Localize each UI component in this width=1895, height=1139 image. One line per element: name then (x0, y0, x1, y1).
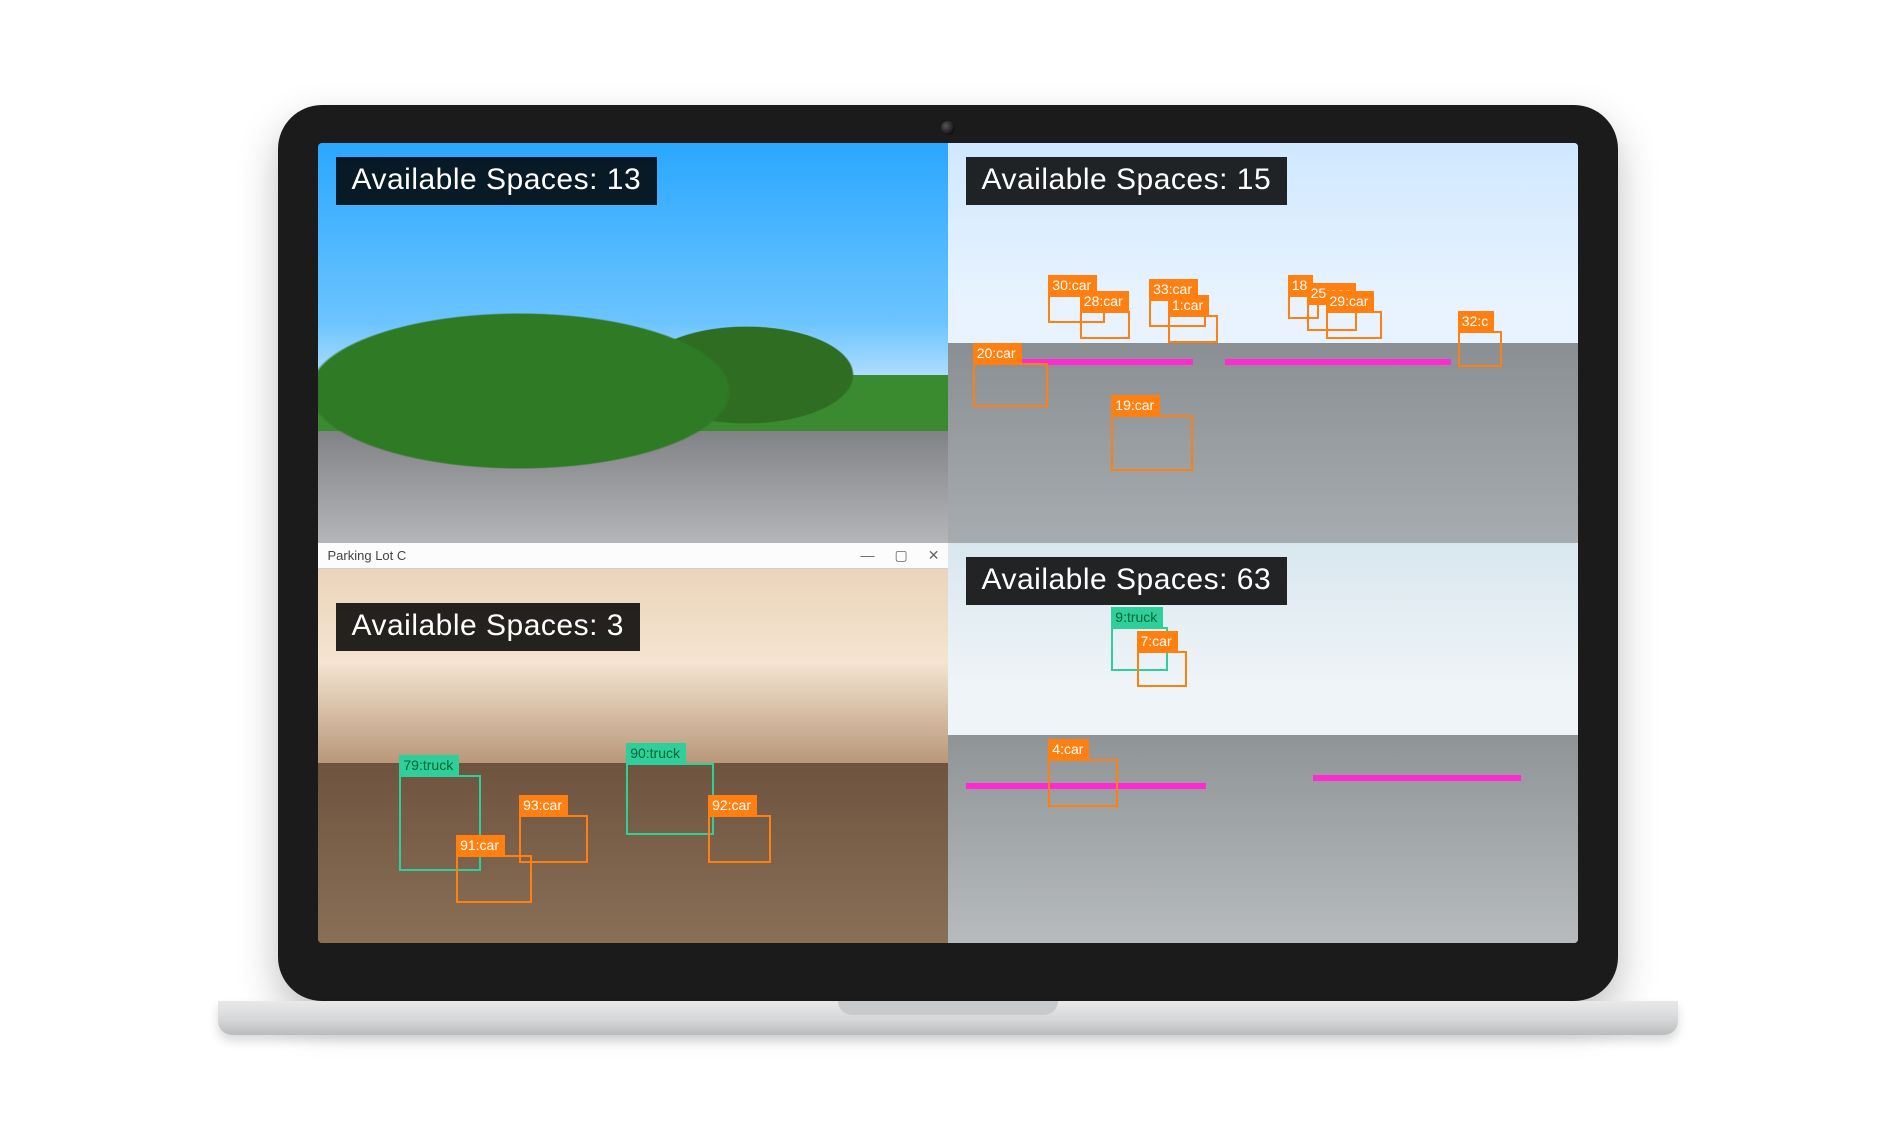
detection-box-car: 92:car (708, 815, 771, 863)
available-spaces-label: Available Spaces: 63 (966, 557, 1288, 605)
detection-tag: 90:truck (626, 743, 686, 765)
detection-tag: 93:car (519, 795, 568, 817)
close-icon[interactable]: ✕ (928, 548, 940, 562)
maximize-icon[interactable]: ▢ (895, 548, 908, 562)
window-title: Parking Lot C (328, 548, 407, 563)
webcam-dot (941, 121, 955, 135)
detection-box-car: 91:car (456, 855, 532, 903)
detection-box-car: 7:car (1137, 651, 1187, 687)
laptop-lid: Available Spaces: 13 30:car28:car33:car1… (278, 105, 1618, 1001)
camera-pane-bottom-right: 9:truck7:car4:car Available Spaces: 63 (948, 543, 1578, 943)
detection-box-truck: 90:truck (626, 763, 714, 835)
detection-box-car: 28:car (1080, 311, 1130, 339)
detection-box-car: 1:car (1168, 315, 1218, 343)
available-spaces-label: Available Spaces: 15 (966, 157, 1288, 205)
detection-line (1225, 359, 1452, 365)
available-spaces-label: Available Spaces: 3 (336, 603, 640, 651)
detection-line (1313, 775, 1521, 781)
detection-tag: 9:truck (1111, 607, 1163, 629)
detection-tag: 7:car (1137, 631, 1178, 653)
detection-tag: 91:car (456, 835, 505, 857)
detection-tag: 1:car (1168, 295, 1209, 317)
camera-pane-top-right: 30:car28:car33:car1:car1825:car29:car32:… (948, 143, 1578, 543)
detection-tag: 92:car (708, 795, 757, 817)
detection-tag: 19:car (1111, 395, 1160, 417)
camera-pane-bottom-left: Parking Lot C ― ▢ ✕ 79:truck 90:truck 93:c… (318, 543, 948, 943)
laptop-base (218, 1001, 1678, 1035)
detection-box-car: 32:c (1458, 331, 1502, 367)
detection-tag: 32:c (1458, 311, 1494, 333)
detection-box-car: 29:car (1326, 311, 1383, 339)
laptop-frame: Available Spaces: 13 30:car28:car33:car1… (278, 105, 1618, 1035)
detection-tag: 29:car (1326, 291, 1375, 313)
detection-tag: 4:car (1048, 739, 1089, 761)
minimize-icon[interactable]: ― (861, 548, 875, 562)
window-titlebar[interactable]: Parking Lot C ― ▢ ✕ (318, 543, 948, 569)
camera-pane-top-left: Available Spaces: 13 (318, 143, 948, 543)
detection-box-car: 19:car (1111, 415, 1193, 471)
detection-tag: 28:car (1080, 291, 1129, 313)
window-buttons: ― ▢ ✕ (861, 548, 940, 562)
screen-grid: Available Spaces: 13 30:car28:car33:car1… (318, 143, 1578, 943)
detection-tag: 20:car (973, 343, 1022, 365)
detection-box-car: 4:car (1048, 759, 1117, 807)
available-spaces-label: Available Spaces: 13 (336, 157, 658, 205)
detection-tag: 79:truck (399, 755, 459, 777)
detection-box-car: 20:car (973, 363, 1049, 407)
